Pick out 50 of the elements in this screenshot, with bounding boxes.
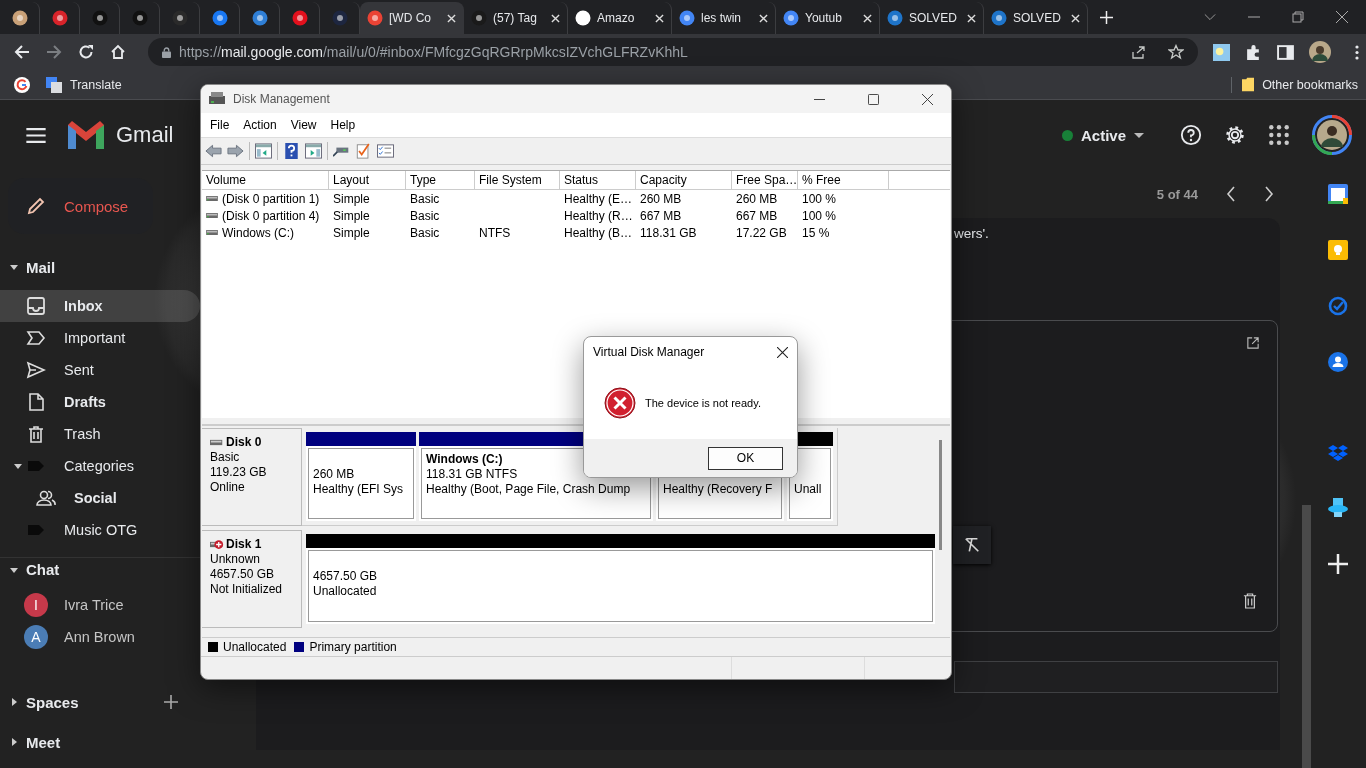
- table-cell: NTFS: [479, 225, 511, 240]
- table-cell: 118.31 GB: [640, 225, 697, 240]
- avatar-circle: A: [24, 625, 48, 649]
- table-cell: Simple: [333, 225, 370, 240]
- disk-detail: Online: [210, 480, 246, 495]
- partition-name: Windows (C:): [426, 452, 504, 467]
- avatar-circle: I: [24, 593, 48, 617]
- gmail-logo-text: Gmail: [116, 122, 174, 148]
- partition-detail: 4657.50 GB: [313, 569, 379, 584]
- dialog-message: The device is not ready.: [645, 397, 761, 409]
- partition-detail: 260 MB: [313, 467, 356, 482]
- table-cell: Windows (C:): [222, 225, 294, 240]
- table-cell: Simple: [333, 208, 370, 223]
- table-cell: Basic: [410, 208, 440, 223]
- partition-detail: 118.31 GB NTFS: [426, 467, 519, 482]
- table-cell: (Disk 0 partition 4): [222, 208, 320, 223]
- window-title: Disk Management: [233, 92, 330, 106]
- disk-detail: 4657.50 GB: [210, 567, 276, 582]
- table-cell: 260 MB: [640, 191, 682, 206]
- disk-name: Disk 0: [226, 435, 262, 450]
- table-cell: 17.22 GB: [736, 225, 787, 240]
- partition-detail: Healthy (EFI Sys: [313, 482, 405, 497]
- table-cell: Healthy (R…: [564, 208, 633, 223]
- partition-detail: Unall: [794, 482, 823, 497]
- partition-detail: Healthy (Boot, Page File, Crash Dump: [426, 482, 632, 497]
- url-text: https://mail.google.com/mail/u/0/#inbox/FMfcgzGqRGRrpMkcsIZVchGLFRZvKhhL: [179, 44, 689, 60]
- disk-detail: Not Initialized: [210, 582, 284, 597]
- disk-detail: Basic: [210, 450, 241, 465]
- message-text: wers'.: [954, 226, 989, 241]
- table-cell: Basic: [410, 191, 440, 206]
- table-cell: 260 MB: [736, 191, 778, 206]
- table-cell: Simple: [333, 191, 370, 206]
- table-cell: Healthy (E…: [564, 191, 633, 206]
- page-counter: 5 of 44: [1156, 186, 1198, 202]
- table-cell: 100 %: [802, 208, 837, 223]
- legend-label: Primary partition: [309, 640, 397, 654]
- partition-detail: Healthy (Recovery F: [663, 482, 774, 497]
- table-cell: Healthy (B…: [564, 225, 633, 240]
- disk-detail: Unknown: [210, 552, 262, 567]
- dialog-title: Virtual Disk Manager: [593, 345, 705, 359]
- partition-detail: Unallocated: [313, 584, 378, 599]
- table-cell: Basic: [410, 225, 440, 240]
- table-cell: 667 MB: [640, 208, 682, 223]
- table-cell: 667 MB: [736, 208, 778, 223]
- table-cell: (Disk 0 partition 1): [222, 191, 320, 206]
- table-cell: 15 %: [802, 225, 830, 240]
- legend-label: Unallocated: [223, 640, 287, 654]
- table-cell: 100 %: [802, 191, 837, 206]
- disk-name: Disk 1: [226, 537, 262, 552]
- disk-detail: 119.23 GB: [210, 465, 268, 480]
